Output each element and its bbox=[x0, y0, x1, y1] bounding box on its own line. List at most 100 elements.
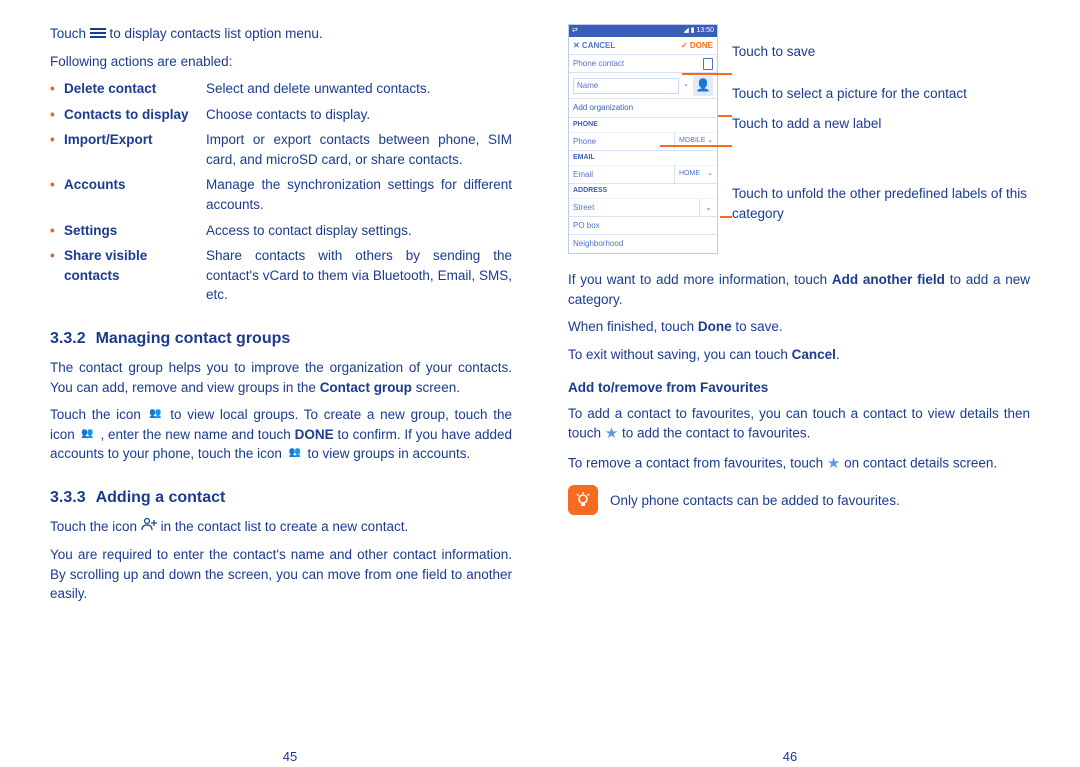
neighborhood-input[interactable]: Neighborhood bbox=[569, 235, 717, 253]
para-333a: Touch the icon in the contact list to cr… bbox=[50, 517, 512, 537]
heading-text: Adding a contact bbox=[96, 486, 226, 509]
tip-text: Only phone contacts can be added to favo… bbox=[610, 485, 900, 511]
options-list: • Delete contact Select and delete unwan… bbox=[50, 79, 512, 305]
bullet: • bbox=[50, 79, 64, 99]
bold: DONE bbox=[295, 427, 334, 442]
email-input[interactable]: Email bbox=[569, 166, 675, 183]
text: If you want to add more information, tou… bbox=[568, 272, 832, 287]
text: on contact details screen. bbox=[844, 456, 997, 471]
option-row: • Contacts to display Choose contacts to… bbox=[50, 105, 512, 125]
para-332a: The contact group helps you to improve t… bbox=[50, 358, 512, 397]
para-fav2: To remove a contact from favourites, tou… bbox=[568, 453, 1030, 475]
phone-mockup: ⇄ ◢ ▮ 13:50 ✕ CANCEL ✓ DONE Phone contac… bbox=[568, 24, 718, 254]
callout-column: Touch to save Touch to select a picture … bbox=[732, 24, 1030, 254]
intro-line-1: Touch to display contacts list option me… bbox=[50, 24, 512, 44]
callout-unfold: Touch to unfold the other predefined lab… bbox=[732, 184, 1030, 223]
avatar-picker[interactable]: 👤 bbox=[693, 76, 713, 96]
option-term: Settings bbox=[64, 221, 206, 241]
group-icon: 👥 bbox=[147, 408, 165, 422]
bullet: • bbox=[50, 221, 64, 241]
text: to view groups in accounts. bbox=[307, 446, 470, 461]
heading-text: Managing contact groups bbox=[96, 327, 291, 350]
heading-333: 3.3.3 Adding a contact bbox=[50, 486, 512, 509]
option-desc: Select and delete unwanted contacts. bbox=[206, 79, 512, 99]
status-icons: ⇄ bbox=[572, 26, 578, 36]
star-icon: ★ bbox=[605, 425, 618, 442]
page-right: ⇄ ◢ ▮ 13:50 ✕ CANCEL ✓ DONE Phone contac… bbox=[540, 24, 1040, 757]
para-fav1: To add a contact to favourites, you can … bbox=[568, 404, 1030, 445]
callout-picture: Touch to select a picture for the contac… bbox=[732, 84, 967, 104]
bold: Contact group bbox=[320, 380, 412, 395]
callout-line bbox=[718, 115, 732, 117]
intro-line-2: Following actions are enabled: bbox=[50, 52, 512, 72]
star-icon: ★ bbox=[827, 455, 840, 472]
tip-box: Only phone contacts can be added to favo… bbox=[568, 485, 1030, 515]
expand-icon[interactable]: ⌄ bbox=[699, 199, 717, 216]
phone-input[interactable]: Phone bbox=[569, 133, 675, 150]
menu-icon bbox=[90, 26, 106, 40]
heading-favourites: Add to/remove from Favourites bbox=[568, 378, 1030, 398]
text: . bbox=[836, 347, 840, 362]
section-phone: PHONE bbox=[569, 118, 717, 133]
text: to save. bbox=[732, 319, 783, 334]
option-term: Contacts to display bbox=[64, 105, 206, 125]
callout-label: Touch to add a new label bbox=[732, 114, 881, 134]
para-cancel: To exit without saving, you can touch Ca… bbox=[568, 345, 1030, 365]
section-email: EMAIL bbox=[569, 151, 717, 166]
text: screen. bbox=[412, 380, 460, 395]
label: HOME bbox=[679, 169, 700, 179]
para-332b: Touch the icon 👥 to view local groups. T… bbox=[50, 405, 512, 464]
pobox-input[interactable]: PO box bbox=[569, 217, 717, 235]
name-input[interactable]: Name bbox=[573, 78, 679, 94]
callout-save: Touch to save bbox=[732, 42, 815, 62]
bullet: • bbox=[50, 130, 64, 169]
add-org-link[interactable]: Add organization bbox=[569, 99, 717, 118]
page-number: 46 bbox=[783, 748, 797, 767]
email-type-picker[interactable]: HOME⌄ bbox=[675, 166, 717, 183]
option-row: • Accounts Manage the synchronization se… bbox=[50, 175, 512, 214]
text: To exit without saving, you can touch bbox=[568, 347, 792, 362]
phone-type-picker[interactable]: MOBILE⌄ bbox=[675, 133, 717, 150]
phone-contact-label: Phone contact bbox=[573, 58, 624, 70]
page-left: Touch to display contacts list option me… bbox=[40, 24, 540, 757]
callout-line bbox=[660, 145, 732, 147]
add-person-icon bbox=[141, 517, 157, 537]
callout-line bbox=[720, 216, 732, 218]
text: to display contacts list option menu. bbox=[110, 26, 323, 41]
screenshot-with-callouts: ⇄ ◢ ▮ 13:50 ✕ CANCEL ✓ DONE Phone contac… bbox=[568, 24, 1030, 254]
bullet: • bbox=[50, 175, 64, 214]
mock-name-row: Name ⌄ 👤 bbox=[569, 73, 717, 99]
option-desc: Access to contact display settings. bbox=[206, 221, 512, 241]
done-button[interactable]: ✓ DONE bbox=[681, 40, 713, 52]
mock-topbar: ✕ CANCEL ✓ DONE bbox=[569, 37, 717, 55]
text: in the contact list to create a new cont… bbox=[161, 519, 409, 534]
callout-line bbox=[682, 73, 732, 75]
email-field-row: Email HOME⌄ bbox=[569, 166, 717, 184]
phone-field-row: Phone MOBILE⌄ bbox=[569, 133, 717, 151]
street-input[interactable]: Street bbox=[569, 199, 699, 216]
mock-account-row: Phone contact bbox=[569, 55, 717, 73]
bullet: • bbox=[50, 246, 64, 305]
heading-num: 3.3.2 bbox=[50, 327, 86, 350]
para-addfield: If you want to add more information, tou… bbox=[568, 270, 1030, 309]
page-number: 45 bbox=[283, 748, 297, 767]
sim-icon bbox=[703, 58, 713, 70]
option-row: • Settings Access to contact display set… bbox=[50, 221, 512, 241]
text: to add the contact to favourites. bbox=[622, 426, 810, 441]
heading-num: 3.3.3 bbox=[50, 486, 86, 509]
bold: Add another field bbox=[832, 272, 945, 287]
bold: Cancel bbox=[792, 347, 836, 362]
option-term: Delete contact bbox=[64, 79, 206, 99]
option-row: • Delete contact Select and delete unwan… bbox=[50, 79, 512, 99]
option-desc: Choose contacts to display. bbox=[206, 105, 512, 125]
para-333b: You are required to enter the contact's … bbox=[50, 545, 512, 604]
text: To remove a contact from favourites, tou… bbox=[568, 456, 827, 471]
option-term: Share visible contacts bbox=[64, 246, 206, 305]
cancel-button[interactable]: ✕ CANCEL bbox=[573, 40, 615, 52]
group-icon: 👥 bbox=[286, 447, 304, 461]
chevron-down-icon[interactable]: ⌄ bbox=[683, 80, 689, 90]
text: When finished, touch bbox=[568, 319, 698, 334]
option-desc: Import or export contacts between phone,… bbox=[206, 130, 512, 169]
option-row: • Import/Export Import or export contact… bbox=[50, 130, 512, 169]
placeholder: Name bbox=[577, 80, 598, 92]
